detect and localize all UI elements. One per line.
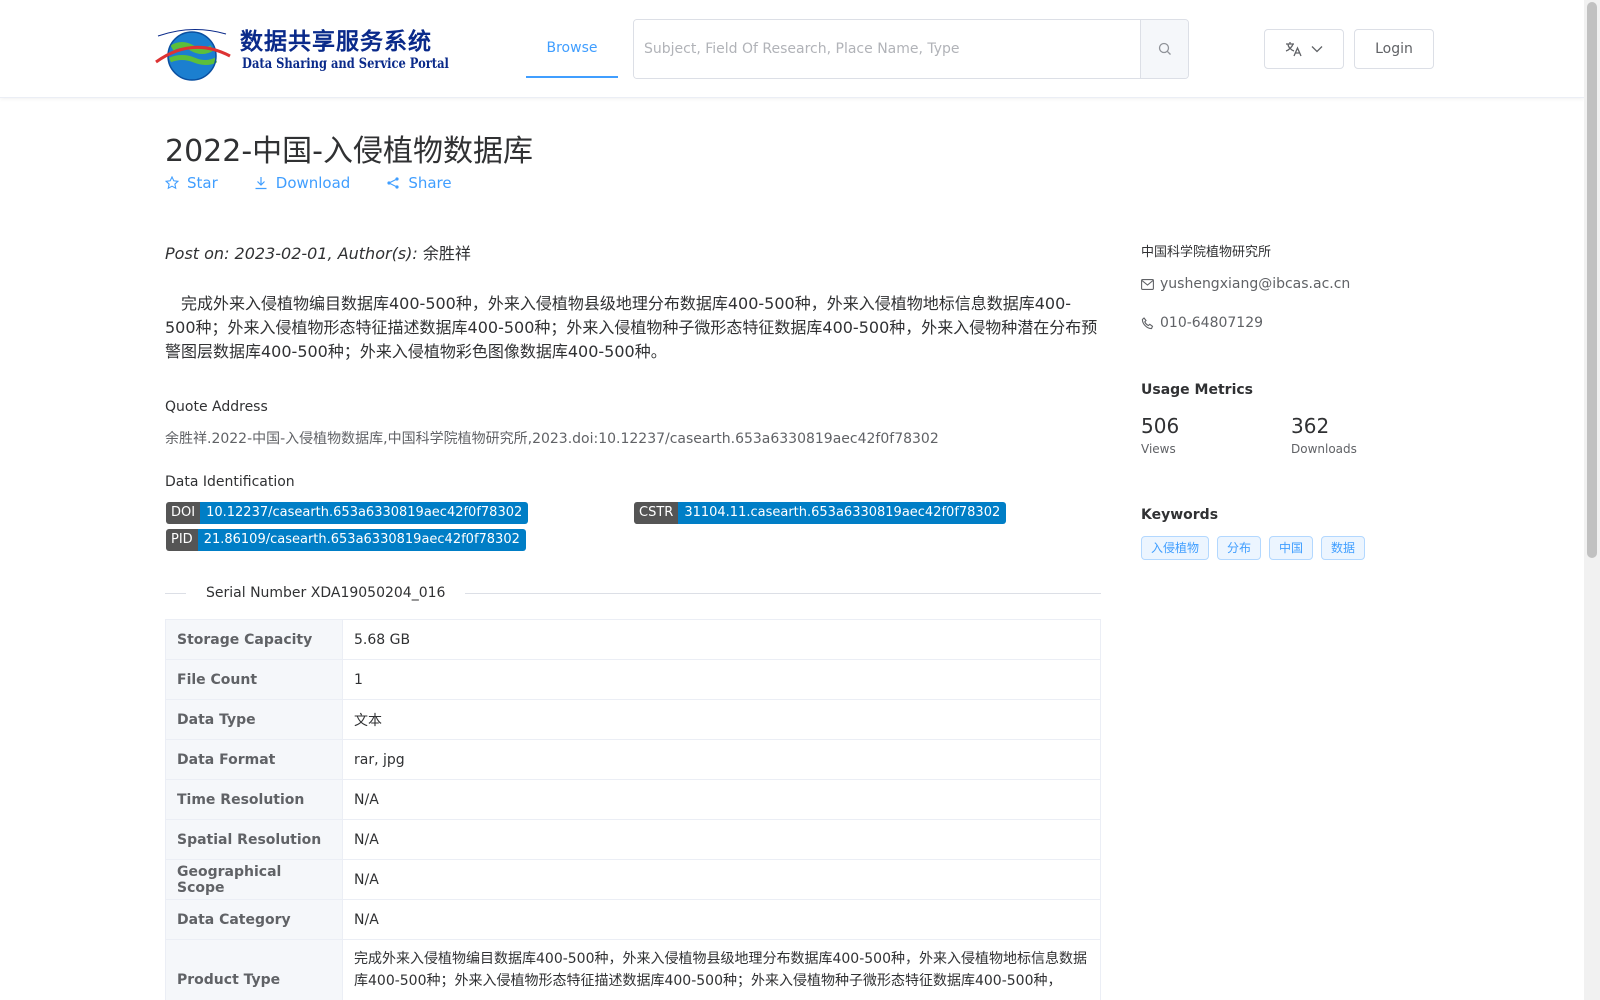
phone-text: 010-64807129: [1160, 315, 1264, 331]
author-name[interactable]: 余胜祥: [423, 244, 471, 263]
table-row: Data Category N/A: [165, 899, 1101, 940]
logo-en-text: Data Sharing and Service Portal: [242, 56, 449, 72]
doi-badge-value: 10.12237/casearth.653a6330819aec42f0f783…: [200, 502, 529, 524]
cstr-badge-key: CSTR: [634, 502, 679, 524]
quote-address-text: 余胜祥.2022-中国-入侵植物数据库,中国科学院植物研究所,2023.doi:…: [165, 431, 939, 447]
top-header: 数据共享服务系统 Data Sharing and Service Portal…: [0, 0, 1584, 98]
row-label: Spatial Resolution: [165, 819, 343, 860]
row-label: Storage Capacity: [165, 619, 343, 660]
globe-logo-icon: [155, 28, 231, 81]
email-text: yushengxiang@ibcas.ac.cn: [1160, 276, 1351, 292]
downloads-metric: 362 Downloads: [1291, 414, 1357, 456]
downloads-label: Downloads: [1291, 442, 1357, 456]
row-value: N/A: [342, 899, 1101, 940]
site-logo[interactable]: 数据共享服务系统 Data Sharing and Service Portal: [154, 18, 449, 82]
row-value: 完成外来入侵植物编目数据库400-500种，外来入侵植物县级地理分布数据库400…: [342, 939, 1101, 1000]
table-row: Spatial Resolution N/A: [165, 819, 1101, 860]
share-label: Share: [408, 174, 452, 192]
row-label: Geographical Scope: [165, 859, 343, 900]
keyword-tag[interactable]: 中国: [1269, 536, 1314, 560]
doi-badge[interactable]: DOI 10.12237/casearth.653a6330819aec42f0…: [166, 502, 529, 524]
star-icon: [165, 176, 179, 190]
contact-email[interactable]: yushengxiang@ibcas.ac.cn: [1141, 276, 1350, 292]
row-label: Data Format: [165, 739, 343, 780]
table-row: Storage Capacity 5.68 GB: [165, 619, 1101, 660]
keyword-tag[interactable]: 入侵植物: [1141, 536, 1210, 560]
row-value: N/A: [342, 859, 1101, 900]
table-row: File Count 1: [165, 659, 1101, 700]
views-label: Views: [1141, 442, 1176, 456]
download-button[interactable]: Download: [254, 174, 351, 192]
views-count: 506: [1141, 414, 1180, 438]
dataset-title: 2022-中国-入侵植物数据库: [165, 134, 533, 169]
table-row: Time Resolution N/A: [165, 779, 1101, 820]
usage-metrics-title: Usage Metrics: [1141, 382, 1253, 398]
organization-name: 中国科学院植物研究所: [1141, 245, 1272, 260]
chevron-down-icon: [1311, 46, 1323, 53]
keyword-tag[interactable]: 分布: [1217, 536, 1262, 560]
pid-badge-key: PID: [166, 529, 198, 551]
row-label: Data Type: [165, 699, 343, 740]
downloads-count: 362: [1291, 414, 1330, 438]
dataset-description: 完成外来入侵植物编目数据库400-500种，外来入侵植物县级地理分布数据库400…: [165, 294, 1098, 361]
data-identification-label: Data Identification: [165, 474, 295, 490]
row-label: Data Category: [165, 899, 343, 940]
language-dropdown[interactable]: [1264, 29, 1344, 69]
phone-icon: [1141, 316, 1154, 329]
post-info: Post on: 2023-02-01, Author(s): 余胜祥: [165, 240, 471, 264]
contact-phone: 010-64807129: [1141, 315, 1263, 331]
metadata-table: Storage Capacity 5.68 GB File Count 1 Data…: [165, 619, 1101, 1000]
keywords-title: Keywords: [1141, 507, 1219, 523]
download-icon: [255, 177, 267, 190]
keyword-tag[interactable]: 数据: [1321, 536, 1366, 560]
pid-badge[interactable]: PID 21.86109/casearth.653a6330819aec42f0…: [166, 529, 526, 551]
table-row: Data Format rar, jpg: [165, 739, 1101, 780]
post-date-label: Post on: 2023-02-01, Author(s):: [165, 244, 418, 263]
row-value: N/A: [342, 819, 1101, 860]
search-icon: [1158, 42, 1171, 55]
table-row: Geographical Scope N/A: [165, 859, 1101, 900]
search-bar: [633, 19, 1189, 79]
row-value: 1: [342, 659, 1101, 700]
share-icon: [387, 177, 399, 189]
keyword-list: 入侵植物 分布 中国 数据: [1141, 536, 1366, 560]
star-label: Star: [187, 174, 218, 192]
star-button[interactable]: Star: [165, 174, 218, 192]
cstr-badge-value: 31104.11.casearth.653a6330819aec42f0f783…: [678, 502, 1007, 524]
page-scrollbar[interactable]: [1584, 0, 1600, 1000]
login-button[interactable]: Login: [1354, 29, 1434, 69]
row-label: Product Type: [165, 939, 343, 1000]
dataset-actions: Star Download Share: [165, 174, 452, 192]
row-value: rar, jpg: [342, 739, 1101, 780]
nav-browse-tab[interactable]: Browse: [526, 0, 618, 78]
doi-badge-key: DOI: [166, 502, 201, 524]
serial-number: Serial Number XDA19050204_016: [186, 585, 466, 601]
row-label: File Count: [165, 659, 343, 700]
logo-cn-text: 数据共享服务系统: [240, 28, 432, 55]
table-row: Data Type 文本: [165, 699, 1101, 740]
mail-icon: [1141, 278, 1154, 290]
translate-icon: [1285, 42, 1302, 57]
cstr-badge[interactable]: CSTR 31104.11.casearth.653a6330819aec42f…: [634, 502, 1007, 524]
share-button[interactable]: Share: [386, 174, 452, 192]
row-value: 5.68 GB: [342, 619, 1101, 660]
download-label: Download: [275, 174, 351, 192]
pid-badge-value: 21.86109/casearth.653a6330819aec42f0f783…: [197, 529, 526, 551]
row-value: N/A: [342, 779, 1101, 820]
search-input[interactable]: [634, 20, 1140, 78]
row-label: Time Resolution: [165, 779, 343, 820]
views-metric: 506 Views: [1141, 414, 1179, 456]
quote-address-label: Quote Address: [165, 399, 268, 415]
table-row: Product Type 完成外来入侵植物编目数据库400-500种，外来入侵植物…: [165, 939, 1101, 1000]
row-value: 文本: [342, 699, 1101, 740]
search-button[interactable]: [1140, 20, 1188, 78]
scrollbar-thumb[interactable]: [1587, 2, 1597, 558]
